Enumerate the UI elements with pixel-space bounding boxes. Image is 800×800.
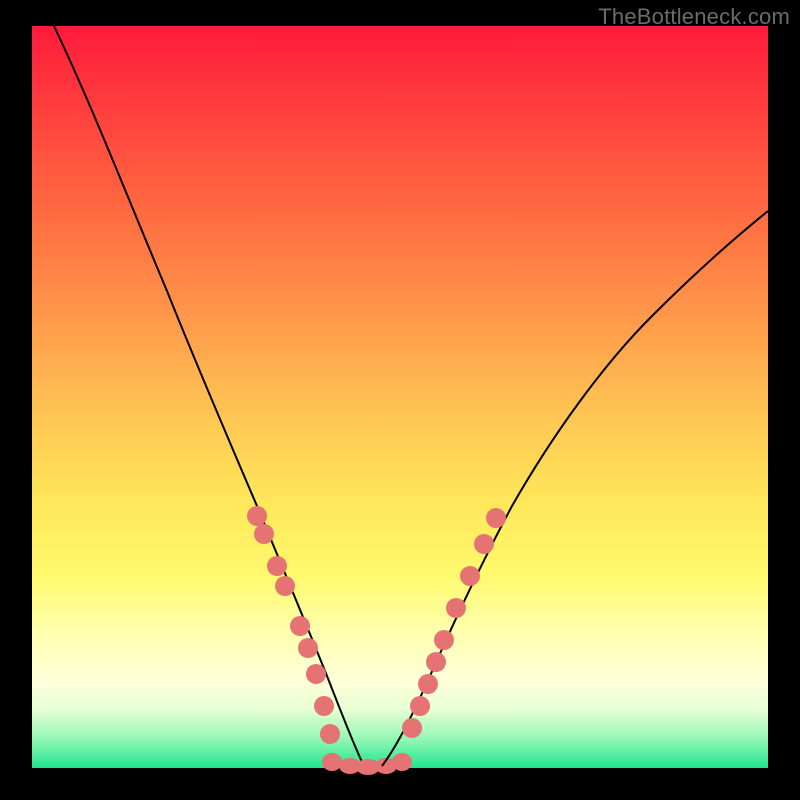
right-curve xyxy=(382,211,768,766)
data-marker xyxy=(320,724,340,744)
valley-marker xyxy=(392,753,412,771)
data-marker xyxy=(474,534,494,554)
data-marker xyxy=(275,576,295,596)
data-marker xyxy=(410,696,430,716)
data-marker xyxy=(306,664,326,684)
data-marker xyxy=(434,630,454,650)
data-marker xyxy=(460,566,480,586)
data-marker xyxy=(402,718,422,738)
data-marker xyxy=(298,638,318,658)
chart-frame: TheBottleneck.com xyxy=(0,0,800,800)
data-marker xyxy=(314,696,334,716)
valley-marker xyxy=(322,753,342,771)
left-curve xyxy=(54,26,364,766)
data-marker xyxy=(254,524,274,544)
data-marker xyxy=(426,652,446,672)
chart-svg xyxy=(32,26,768,768)
data-marker xyxy=(418,674,438,694)
plot-area xyxy=(32,26,768,768)
data-marker xyxy=(486,508,506,528)
watermark-text: TheBottleneck.com xyxy=(598,4,790,30)
data-marker xyxy=(247,506,267,526)
data-marker xyxy=(446,598,466,618)
data-marker xyxy=(290,616,310,636)
data-marker xyxy=(267,556,287,576)
